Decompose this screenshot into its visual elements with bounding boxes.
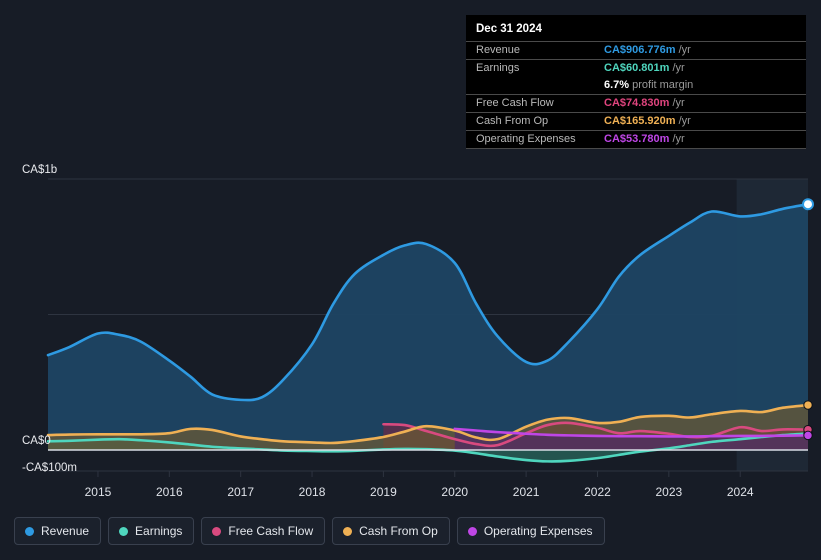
tooltip-row-label: Free Cash Flow — [466, 94, 604, 113]
series-area-revenue — [48, 204, 808, 450]
tooltip-row-label: Earnings — [466, 59, 604, 77]
tooltip-unit: /yr — [669, 133, 685, 145]
tooltip-margin-text: profit margin — [629, 79, 694, 91]
tooltip-row: Operating Expenses CA$53.780m /yr — [466, 130, 806, 149]
tooltip-table: Revenue CA$906.776m /yr Earnings CA$60.801m… — [466, 41, 806, 149]
legend-item-label: Cash From Op — [359, 524, 438, 538]
tooltip-row-value: CA$53.780m /yr — [604, 130, 806, 149]
x-axis-tick-label: 2020 — [441, 485, 468, 499]
chart-legend: Revenue Earnings Free Cash Flow Cash From O… — [14, 517, 605, 545]
legend-item-label: Earnings — [135, 524, 183, 538]
legend-color-dot-icon — [467, 526, 477, 536]
tooltip-unit: /yr — [675, 115, 691, 127]
tooltip-unit: /yr — [669, 97, 685, 109]
tooltip-margin-value: 6.7% profit margin — [604, 77, 806, 95]
tooltip-row: Revenue CA$906.776m /yr — [466, 41, 806, 60]
tooltip-amount: CA$165.920m — [604, 115, 676, 127]
endpoint-marker-operating-expenses — [803, 430, 813, 441]
legend-color-dot-icon — [343, 526, 353, 536]
legend-item-operating-expenses[interactable]: Operating Expenses — [456, 517, 605, 545]
tooltip-row: Earnings CA$60.801m /yr — [466, 59, 806, 77]
tooltip-row-label: Operating Expenses — [466, 130, 604, 149]
x-axis-tick-label: 2022 — [584, 485, 611, 499]
tooltip-row: Free Cash Flow CA$74.830m /yr — [466, 94, 806, 113]
x-axis-tick-label: 2017 — [227, 485, 254, 499]
tooltip-amount: CA$74.830m — [604, 97, 670, 109]
y-axis-tick-label: -CA$100m — [22, 462, 77, 474]
endpoint-marker-revenue — [802, 198, 814, 211]
legend-item-cash-from-op[interactable]: Cash From Op — [332, 517, 450, 545]
legend-color-dot-icon — [25, 526, 34, 536]
x-axis-tick-label: 2016 — [156, 485, 183, 499]
x-axis-tick-label: 2015 — [85, 485, 112, 499]
tooltip-amount: CA$906.776m — [604, 44, 676, 56]
tooltip-date: Dec 31 2024 — [476, 23, 542, 35]
tooltip-row-label: Revenue — [466, 41, 604, 60]
tooltip-row-value: CA$74.830m /yr — [604, 94, 806, 113]
x-axis-tick-label: 2018 — [299, 485, 326, 499]
legend-item-label: Operating Expenses — [483, 524, 593, 538]
x-axis-tick-label: 2019 — [370, 485, 397, 499]
tooltip-row-value: CA$165.920m /yr — [604, 112, 806, 131]
legend-item-label: Revenue — [41, 524, 90, 538]
financial-chart: CA$1b CA$0 -CA$100m 2015 2016 2017 2018 2019 20… — [0, 0, 821, 560]
tooltip-margin-spacer — [466, 77, 604, 95]
x-axis-tick-label: 2023 — [655, 485, 682, 499]
tooltip-row-value: CA$906.776m /yr — [604, 41, 806, 60]
y-axis-tick-label: CA$0 — [22, 435, 51, 447]
data-tooltip: Dec 31 2024 Revenue CA$906.776m /yr Earnin… — [466, 15, 806, 149]
tooltip-row: Cash From Op CA$165.920m /yr — [466, 112, 806, 131]
tooltip-profit-margin-row: 6.7% profit margin — [466, 77, 806, 95]
legend-item-revenue[interactable]: Revenue — [14, 517, 102, 545]
tooltip-row-value: CA$60.801m /yr — [604, 59, 806, 77]
series-areas — [48, 204, 808, 462]
x-axis-tick-label: 2024 — [727, 485, 754, 499]
tooltip-margin-pct: 6.7% — [604, 79, 630, 91]
tooltip-row-label: Cash From Op — [466, 112, 604, 131]
x-axis-labels: 2015 2016 2017 2018 2019 2020 2021 2022 2023 2024 — [85, 485, 754, 499]
tooltip-unit: /yr — [669, 62, 685, 74]
tooltip-amount: CA$60.801m — [604, 62, 670, 74]
legend-color-dot-icon — [212, 526, 222, 536]
legend-item-free-cash-flow[interactable]: Free Cash Flow — [201, 517, 326, 545]
legend-item-earnings[interactable]: Earnings — [108, 517, 195, 545]
legend-item-label: Free Cash Flow — [228, 524, 314, 538]
legend-color-dot-icon — [119, 526, 129, 536]
y-axis-tick-label: CA$1b — [22, 164, 57, 176]
endpoint-marker-cash-from-op — [803, 400, 813, 410]
tooltip-amount: CA$53.780m — [604, 133, 670, 145]
x-axis-tick-label: 2021 — [513, 485, 540, 499]
x-axis-ticks — [97, 471, 741, 477]
tooltip-unit: /yr — [675, 44, 691, 56]
